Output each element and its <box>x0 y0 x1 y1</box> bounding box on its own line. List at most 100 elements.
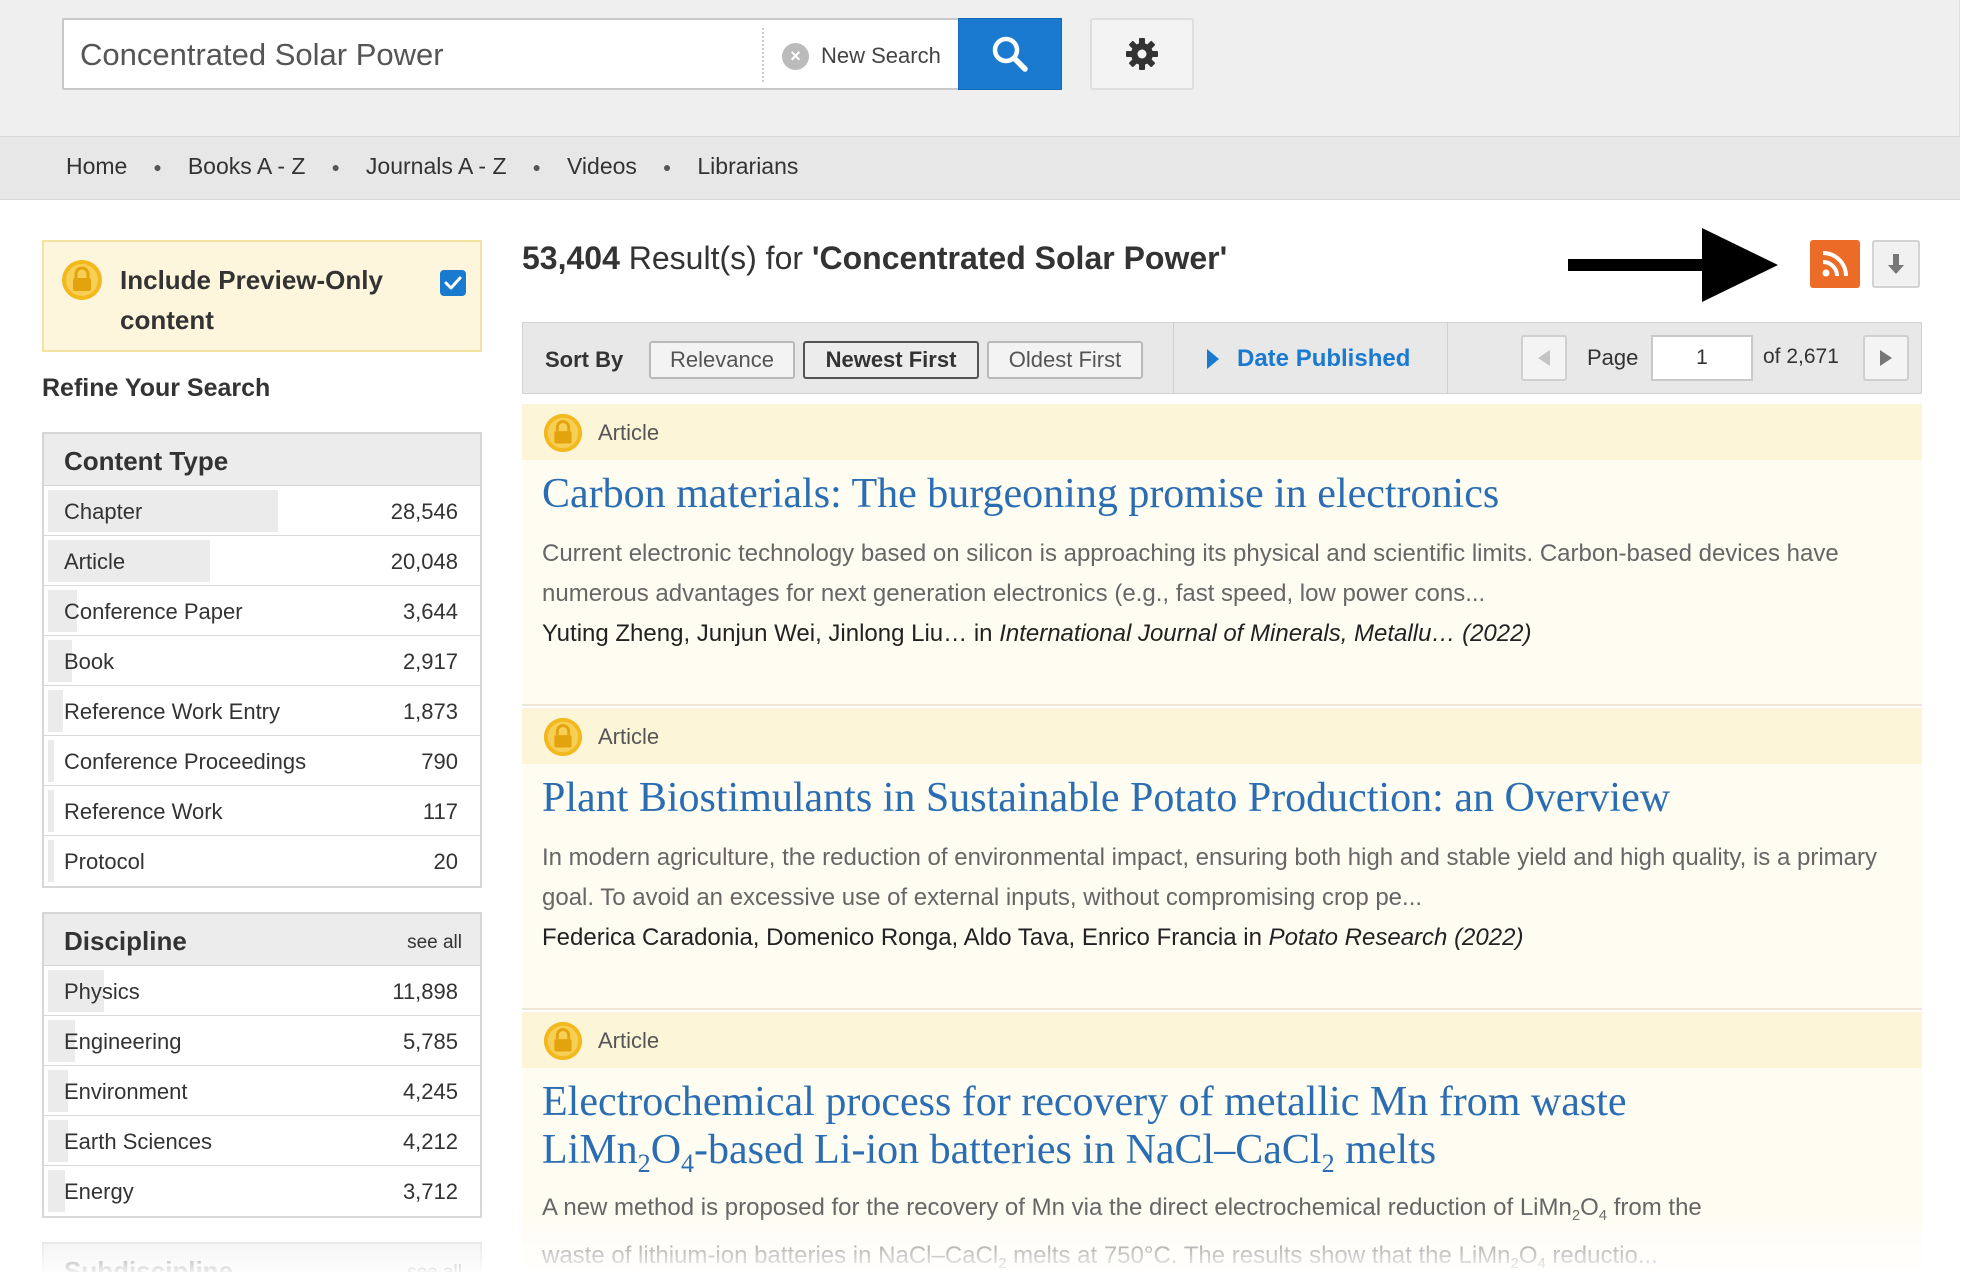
date-published-label: Date Published <box>1237 345 1411 372</box>
facet-item[interactable]: Physics 11,898 <box>44 966 480 1016</box>
nav-home[interactable]: Home <box>66 153 127 180</box>
facet-item[interactable]: Engineering 5,785 <box>44 1016 480 1066</box>
facet-discipline: Discipline see all Physics 11,898 Engineer… <box>42 912 482 1218</box>
facet-item[interactable]: Reference Work 117 <box>44 786 480 836</box>
arrow-right-icon <box>1568 228 1778 302</box>
nav-journals[interactable]: Journals A - Z <box>366 153 507 180</box>
result-snippet: Current electronic technology based on s… <box>542 540 1839 607</box>
snippet-segment: reductio... <box>1545 1242 1658 1270</box>
chevron-left-icon <box>1538 350 1550 366</box>
preview-only-toggle: Include Preview-Only content <box>42 240 482 352</box>
nav-books[interactable]: Books A - Z <box>188 153 306 180</box>
facet-header: Discipline see all <box>44 914 480 966</box>
facet-item-label: Book <box>64 649 115 674</box>
new-search-button[interactable]: × New Search <box>782 38 941 74</box>
facet-item-label: Article <box>64 549 126 574</box>
facet-item-label: Earth Sciences <box>64 1129 212 1154</box>
result-author-list[interactable]: Federica Caradonia, Domenico Ronga, Aldo… <box>542 924 1237 951</box>
facet-item-label: Reference Work Entry <box>64 699 281 724</box>
facet-item[interactable]: Protocol 20 <box>44 836 480 886</box>
facet-item-count: 5,785 <box>402 1029 458 1054</box>
snippet-segment: waste of lithium-ion batteries in NaCl–C… <box>542 1242 999 1270</box>
facet-item[interactable]: Energy 3,712 <box>44 1166 480 1216</box>
result-authors: Yuting Zheng, Junjun Wei, Jinlong Liu… i… <box>542 620 1531 648</box>
result-in-label: in <box>1243 924 1262 951</box>
download-button[interactable] <box>1872 240 1920 288</box>
snippet-subscript: 2 <box>1571 1208 1581 1225</box>
facet-item-label: Chapter <box>64 499 143 524</box>
title-segment: O <box>650 1127 682 1173</box>
page-label: Page <box>1587 345 1639 370</box>
snippet-segment: O <box>1518 1242 1538 1270</box>
facet-item[interactable]: Article 20,048 <box>44 536 480 586</box>
result-title-link[interactable]: Plant Biostimulants in Sustainable Potat… <box>542 774 1670 822</box>
nav-separator: ● <box>662 158 672 175</box>
result-item: Article Electrochemical process for reco… <box>522 1012 1922 1272</box>
search-input[interactable] <box>80 30 800 80</box>
rss-feed-button[interactable] <box>1810 240 1860 288</box>
result-author-list[interactable]: Yuting Zheng, Junjun Wei, Jinlong Liu… <box>542 620 967 647</box>
preview-only-checkbox[interactable] <box>440 270 466 296</box>
facet-list: Physics 11,898 Engineering 5,785 Environment… <box>44 966 480 1216</box>
toolbar-divider <box>1447 323 1448 393</box>
result-item: Article Carbon materials: The burgeoning… <box>522 404 1922 706</box>
search-button[interactable] <box>958 18 1062 90</box>
result-journal-link[interactable]: Potato Research (2022) <box>1269 924 1524 951</box>
facet-item-count: 117 <box>422 799 458 824</box>
download-icon <box>1888 254 1904 274</box>
facet-item[interactable]: Chapter 28,546 <box>44 486 480 536</box>
prev-page-button[interactable] <box>1521 335 1567 381</box>
facet-count-bar <box>48 740 54 782</box>
snippet-segment: melts at 750°C. The results show that th… <box>1006 1242 1511 1270</box>
facet-item-count: 20,048 <box>390 549 458 574</box>
facet-item-count: 20 <box>433 849 458 874</box>
snippet-subscript: 2 <box>1510 1256 1519 1272</box>
facet-count-bar <box>48 690 63 732</box>
title-subscript: 2 <box>637 1149 651 1179</box>
refine-title: Refine Your Search <box>42 374 271 402</box>
sort-relevance-button[interactable]: Relevance <box>649 341 795 379</box>
snippet-segment: A new method is proposed for the recover… <box>542 1194 1572 1221</box>
facet-header: Content Type <box>44 434 480 486</box>
facet-item-count: 28,546 <box>390 499 458 524</box>
nav-librarians[interactable]: Librarians <box>697 153 798 180</box>
facet-item[interactable]: Book 2,917 <box>44 636 480 686</box>
facet-item[interactable]: Earth Sciences 4,212 <box>44 1116 480 1166</box>
see-all-link[interactable]: see all <box>407 932 462 954</box>
result-meta: Article <box>522 708 1922 764</box>
result-snippet: A new method is proposed for the recover… <box>542 1188 1902 1272</box>
facet-count-bar <box>48 790 54 832</box>
facet-item[interactable]: Environment 4,245 <box>44 1066 480 1116</box>
facet-item[interactable]: Reference Work Entry 1,873 <box>44 686 480 736</box>
facet-item-count: 3,712 <box>402 1179 458 1204</box>
facet-item[interactable]: Conference Proceedings 790 <box>44 736 480 786</box>
facet-item-count: 1,873 <box>402 699 458 724</box>
title-segment: melts <box>1334 1127 1437 1173</box>
chevron-right-icon <box>1880 350 1892 366</box>
next-page-button[interactable] <box>1863 335 1909 381</box>
snippet-subscript: 4 <box>1598 1208 1608 1225</box>
facet-subdiscipline: Subdiscipline see all <box>42 1242 482 1272</box>
see-all-link[interactable]: see all <box>407 1262 462 1272</box>
title-subscript: 2 <box>1321 1149 1335 1179</box>
sort-oldest-button[interactable]: Oldest First <box>987 341 1143 379</box>
title-segment: LiMn <box>542 1127 638 1173</box>
date-published-filter[interactable]: Date Published <box>1207 345 1410 373</box>
sort-newest-button[interactable]: Newest First <box>803 341 979 379</box>
facet-title: Discipline <box>64 926 187 956</box>
results-heading: 53,404 Result(s) for 'Concentrated Solar… <box>522 240 1227 277</box>
clear-icon[interactable]: × <box>782 42 809 70</box>
results-label: Result(s) for <box>628 240 804 276</box>
facet-item-label: Engineering <box>64 1029 182 1054</box>
page-number-input[interactable] <box>1651 335 1753 381</box>
facet-item-label: Conference Paper <box>64 599 243 624</box>
result-title-link[interactable]: Carbon materials: The burgeoning promise… <box>542 470 1499 518</box>
result-journal-link[interactable]: International Journal of Minerals, Metal… <box>999 620 1531 647</box>
settings-button[interactable] <box>1090 18 1194 90</box>
result-type: Article <box>598 1028 660 1053</box>
result-title-link[interactable]: Electrochemical process for recovery of … <box>542 1078 1902 1188</box>
lock-icon <box>543 413 583 453</box>
result-in-label: in <box>973 620 993 647</box>
nav-videos[interactable]: Videos <box>567 153 637 180</box>
facet-item[interactable]: Conference Paper 3,644 <box>44 586 480 636</box>
